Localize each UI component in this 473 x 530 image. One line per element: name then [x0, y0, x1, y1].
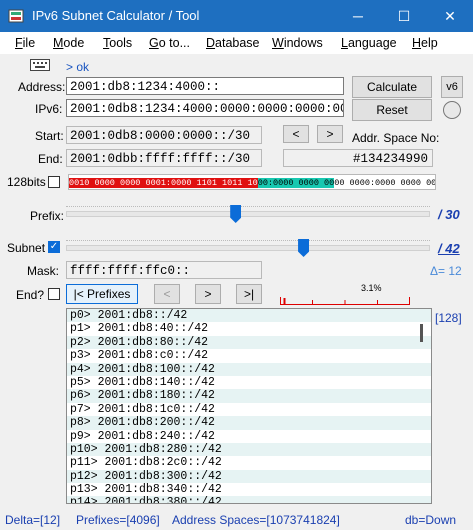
end-checkbox[interactable] [48, 288, 60, 300]
subnet-checkbox[interactable]: ✓ [48, 241, 60, 253]
list-item[interactable]: p7> 2001:db8:1c0::/42 [67, 403, 431, 416]
prefix-label: Prefix: [30, 209, 65, 223]
list-item[interactable]: p3> 2001:db8:c0::/42 [67, 349, 431, 362]
menu-language[interactable]: Language [341, 36, 397, 50]
status-bar: Delta=[12] Prefixes=[4096] Address Space… [0, 508, 473, 530]
address-label: Address: [18, 80, 66, 94]
menu-windows[interactable]: Windows [272, 36, 323, 50]
prefixes-next-button[interactable]: > [195, 284, 221, 304]
list-item[interactable]: p0> 2001:db8::/42 [67, 309, 431, 323]
endq-label: End? [16, 288, 45, 302]
progress-ruler [280, 294, 410, 305]
title-bar: IPv6 Subnet Calculator / Tool ─ ☐ ✕ [0, 0, 473, 32]
list-item[interactable]: p8> 2001:db8:200::/42 [67, 416, 431, 430]
reset-button[interactable]: Reset [352, 99, 432, 121]
minimize-button[interactable]: ─ [335, 0, 381, 32]
list-item[interactable]: p9> 2001:db8:240::/42 [67, 430, 431, 443]
prefixes-prev-button[interactable]: < [154, 284, 180, 304]
subnet-slider-thumb[interactable] [298, 239, 310, 257]
mask-label: Mask: [27, 264, 60, 278]
ok-link[interactable]: > ok [66, 60, 89, 74]
subnet-value: / 42 [438, 241, 460, 256]
list-item[interactable]: p12> 2001:db8:300::/42 [67, 469, 431, 484]
bits128-label: 128bits [7, 175, 46, 189]
maximize-button[interactable]: ☐ [381, 0, 427, 32]
menu-tools[interactable]: Tools [103, 36, 132, 50]
status-db: db=Down [405, 513, 457, 527]
address-input[interactable]: 2001:db8:1234:4000:: [66, 77, 344, 95]
list-item[interactable]: p2> 2001:db8:80::/42 [67, 335, 431, 350]
addr-space-number: #134234990 [283, 149, 433, 167]
list-item[interactable]: p11> 2001:db8:2c0::/42 [67, 456, 431, 469]
bit-display: 0010 0000 0000 0001:0000 1101 1011 1000:… [68, 174, 436, 190]
list-item[interactable]: p4> 2001:db8:100::/42 [67, 362, 431, 376]
menu-goto[interactable]: Go to... [149, 36, 190, 50]
subnet-ticks [66, 232, 430, 241]
prefixes-last-button[interactable]: >| [236, 284, 262, 304]
prev-address-button[interactable]: < [283, 125, 309, 143]
end-address-field[interactable]: 2001:0dbb:ffff:ffff::/30 [66, 149, 262, 167]
list-item[interactable]: p14> 2001:db8:380::/42 [67, 496, 431, 503]
prefix-value: / 30 [438, 207, 460, 222]
start-label: Start: [35, 129, 64, 143]
prefixes-first-button[interactable]: |< Prefixes [66, 284, 138, 304]
prefix-ticks [66, 198, 430, 207]
subnet-slider-track[interactable] [66, 245, 430, 251]
next-address-button[interactable]: > [317, 125, 343, 143]
list-item[interactable]: p13> 2001:db8:340::/42 [67, 483, 431, 496]
network-bits: 0010 0000 0000 0001:0000 1101 1011 10 [69, 178, 258, 188]
menu-bar: File Mode Tools Go to... Database Window… [0, 32, 473, 54]
menu-help[interactable]: Help [412, 36, 438, 50]
list-item[interactable]: p10> 2001:db8:280::/42 [67, 442, 431, 457]
prefix-list[interactable]: p0> 2001:db8::/42 p1> 2001:db8:40::/42 p2>… [66, 308, 432, 504]
prefix-slider-track[interactable] [66, 211, 430, 217]
app-icon [8, 8, 24, 24]
status-prefixes: Prefixes=[4096] [76, 513, 160, 527]
calculate-button[interactable]: Calculate [352, 76, 432, 98]
progress-percent: 3.1% [361, 283, 382, 293]
ipv6-label: IPv6: [35, 102, 63, 116]
ipv6-expanded-field[interactable]: 2001:0db8:1234:4000:0000:0000:0000:0000 [66, 99, 344, 117]
close-button[interactable]: ✕ [427, 0, 473, 32]
list-scrollbar-thumb[interactable] [420, 324, 423, 342]
start-address-field[interactable]: 2001:0db8:0000:0000::/30 [66, 126, 262, 144]
menu-database[interactable]: Database [206, 36, 260, 50]
menu-mode[interactable]: Mode [53, 36, 84, 50]
status-address-spaces: Address Spaces=[1073741824] [172, 513, 340, 527]
host-bits: 00 0000:0000 0000 0000 0000 [334, 178, 436, 188]
addr-space-label: Addr. Space No: [352, 131, 440, 145]
menu-file[interactable]: File [15, 36, 35, 50]
status-indicator-icon[interactable] [443, 101, 461, 119]
window-title: IPv6 Subnet Calculator / Tool [32, 8, 200, 23]
delta-value: Δ= 12 [430, 264, 462, 278]
list-item[interactable]: p6> 2001:db8:180::/42 [67, 389, 431, 403]
status-delta: Delta=[12] [5, 513, 61, 527]
list-item[interactable]: p1> 2001:db8:40::/42 [67, 322, 431, 335]
subnet-label: Subnet [7, 241, 46, 255]
prefix-slider-thumb[interactable] [230, 205, 242, 223]
keyboard-icon[interactable] [30, 59, 50, 71]
v6-button[interactable]: v6 [441, 76, 463, 98]
subnet-bits: 00:0000 0000 00 [257, 178, 335, 188]
list-count: [128] [435, 311, 462, 325]
mask-field[interactable]: ffff:ffff:ffc0:: [66, 261, 262, 279]
list-item[interactable]: p5> 2001:db8:140::/42 [67, 376, 431, 389]
end-label: End: [38, 152, 63, 166]
bits128-checkbox[interactable] [48, 176, 60, 188]
